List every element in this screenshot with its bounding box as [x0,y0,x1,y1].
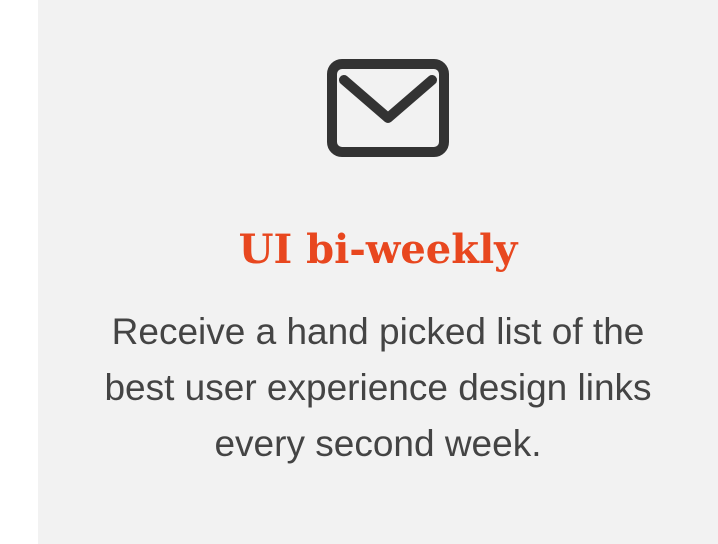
newsletter-card: UI bi-weekly Receive a hand picked list … [38,0,718,544]
envelope-icon [326,58,450,158]
newsletter-title: UI bi-weekly [238,226,518,273]
newsletter-description: Receive a hand picked list of the best u… [104,311,652,464]
